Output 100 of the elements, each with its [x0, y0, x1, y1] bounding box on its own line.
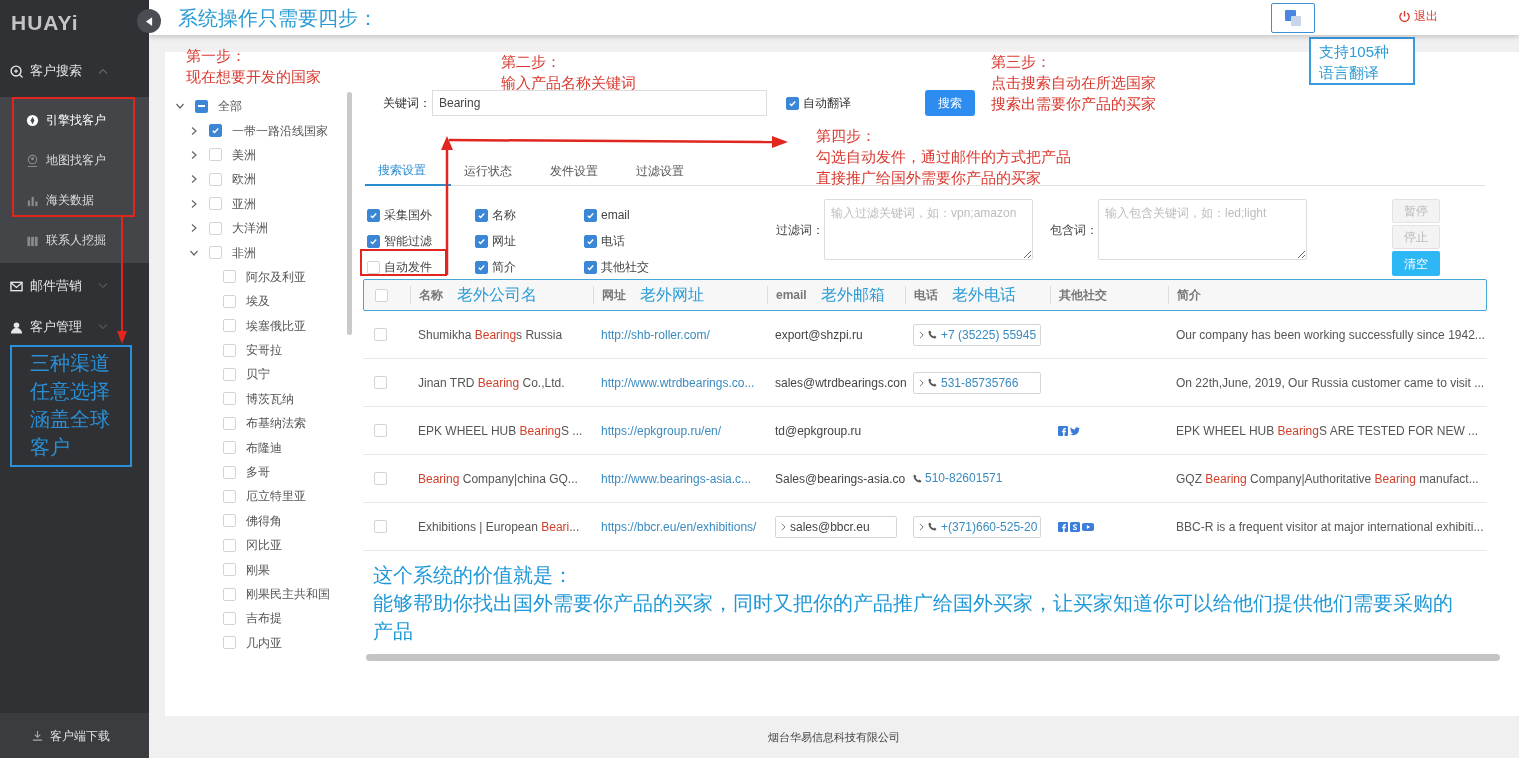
phone-field[interactable]: +(371)660-525-20	[913, 515, 1041, 538]
email-text: Sales@bearings-asia.co	[775, 470, 906, 488]
keyword-textarea[interactable]: 输入包含关键词，如：led;light	[1098, 199, 1307, 260]
expand-toggle[interactable]	[189, 223, 199, 234]
row-checkbox[interactable]	[374, 472, 387, 485]
logout-button[interactable]: 退出	[1398, 7, 1438, 25]
checkbox[interactable]	[367, 234, 380, 248]
check-icon	[788, 98, 797, 108]
horizontal-scrollbar[interactable]	[366, 654, 1500, 661]
summary-text: 这个系统的价值就是：	[373, 563, 574, 588]
keyword-textarea[interactable]: 输入过滤关键词，如：vpn;amazon	[824, 199, 1033, 260]
company-name: Exhibitions | European Beari...	[418, 519, 580, 534]
chevron-right-icon	[919, 522, 924, 531]
tree-item-label[interactable]: 埃及	[246, 292, 270, 311]
checkbox[interactable]	[475, 234, 488, 248]
tree-item-label[interactable]: 阿尔及利亚	[246, 267, 306, 286]
download-icon	[32, 730, 43, 741]
row-checkbox[interactable]	[374, 328, 387, 341]
checkbox[interactable]	[209, 124, 222, 138]
checkbox[interactable]	[584, 208, 597, 222]
submenu-item[interactable]: 联系人挖掘	[0, 220, 112, 260]
row-checkbox[interactable]	[374, 376, 387, 389]
tree-item-label[interactable]: 刚果	[246, 560, 270, 579]
row-checkbox[interactable]	[374, 424, 387, 437]
expand-toggle[interactable]	[189, 149, 199, 160]
website-link[interactable]: http://www.bearings-asia.c...	[601, 471, 752, 486]
tree-item-label[interactable]: 全部	[218, 97, 242, 116]
tree-item-label[interactable]: 布基纳法索	[246, 414, 306, 433]
tab[interactable]: 过滤设置	[623, 156, 709, 186]
check-icon	[477, 262, 486, 272]
website-link[interactable]: http://www.wtrdbearings.co...	[601, 375, 755, 390]
phone-field[interactable]: 531-85735766	[913, 371, 1041, 394]
checkbox-label: 智能过滤	[384, 233, 432, 250]
expand-toggle[interactable]	[189, 198, 199, 209]
tree-item-label[interactable]: 厄立特里亚	[246, 487, 306, 506]
menu-item[interactable]: 客户管理	[0, 308, 112, 346]
tree-item-label[interactable]: 欧洲	[232, 170, 256, 189]
tree-item-label[interactable]: 埃塞俄比亚	[246, 316, 306, 335]
column-header: 其他社交	[1059, 287, 1107, 304]
submenu-item[interactable]: 引擎找客户	[0, 100, 112, 140]
website-link[interactable]: https://bbcr.eu/en/exhibitions/	[601, 519, 757, 534]
skype-icon[interactable]	[1070, 521, 1080, 532]
facebook-icon[interactable]	[1058, 425, 1068, 436]
menu-item[interactable]: 邮件营销	[0, 266, 112, 306]
tree-item-label[interactable]: 博茨瓦纳	[246, 389, 294, 408]
tree-item-label[interactable]: 大洋洲	[232, 219, 268, 238]
tree-item-label[interactable]: 几内亚	[246, 633, 282, 652]
tree-item-label[interactable]: 吉布提	[246, 609, 282, 628]
checkbox[interactable]	[475, 260, 488, 274]
row-checkbox[interactable]	[374, 520, 387, 533]
tab[interactable]: 发件设置	[537, 156, 623, 186]
scrollbar[interactable]	[347, 92, 352, 335]
website-link[interactable]: http://shb-roller.com/	[601, 327, 710, 342]
expand-toggle[interactable]	[189, 174, 199, 185]
expand-toggle[interactable]	[189, 125, 199, 136]
tree-item-label[interactable]: 亚洲	[232, 194, 256, 213]
tree-item-label[interactable]: 刚果民主共和国	[246, 585, 330, 603]
tree-item-label[interactable]: 贝宁	[246, 365, 270, 384]
tree-item-label[interactable]: 一带一路沿线国家	[232, 121, 328, 140]
check-icon	[211, 126, 220, 136]
tree-item-label[interactable]: 冈比亚	[246, 536, 282, 555]
select-all-checkbox[interactable]	[375, 288, 388, 302]
submenu-item[interactable]: 海关数据	[0, 180, 112, 220]
checkbox[interactable]	[475, 208, 488, 222]
tree-item-label[interactable]: 佛得角	[246, 511, 282, 530]
phone-icon	[928, 330, 937, 339]
company-description: BBC-R is a frequent visitor at major international exhibiti...	[1176, 519, 1484, 534]
submenu-item[interactable]: 地图找客户	[0, 140, 112, 180]
phone-field[interactable]: +7 (35225) 55945	[913, 323, 1041, 346]
checkbox[interactable]	[584, 234, 597, 248]
website-link[interactable]: https://epkgroup.ru/en/	[601, 423, 722, 438]
download-client-button[interactable]: 客户端下载	[0, 713, 149, 758]
tree-item-label[interactable]: 布隆迪	[246, 438, 282, 457]
tree-item-label[interactable]: 安哥拉	[246, 341, 282, 360]
twitter-icon[interactable]	[1070, 425, 1080, 436]
checkbox[interactable]	[367, 208, 380, 222]
checkbox[interactable]	[786, 96, 799, 110]
email-field[interactable]: sales@bbcr.eu	[775, 515, 897, 538]
callout-box: 支持105种 语言翻译	[1309, 37, 1415, 85]
checkbox[interactable]	[195, 99, 208, 113]
translate-button[interactable]	[1271, 3, 1315, 33]
tab[interactable]: 搜索设置	[365, 156, 451, 186]
field-label: 过滤词：	[776, 221, 824, 239]
phone-icon	[928, 522, 937, 531]
tree-item-label[interactable]: 多哥	[246, 463, 270, 482]
checkbox[interactable]	[584, 260, 597, 274]
menu-item[interactable]: 客户搜索	[0, 45, 112, 97]
footer-text: 烟台华易信息科技有限公司	[768, 729, 900, 745]
column-note: 老外网址	[640, 285, 704, 305]
chevron-right-icon	[919, 378, 924, 387]
step-note: 第四步： 勾选自动发件，通过邮件的方式把产品 直接推广给国外需要你产品的买家	[816, 126, 1071, 188]
company-name: Bearing Company|china GQ...	[418, 471, 578, 486]
tree-item-label[interactable]: 美洲	[232, 145, 256, 164]
chevron-right-icon	[919, 330, 924, 339]
collapse-button[interactable]	[137, 9, 161, 33]
facebook-icon[interactable]	[1058, 521, 1068, 532]
tab[interactable]: 运行状态	[451, 156, 537, 186]
tree-item-label[interactable]: 非洲	[232, 243, 256, 262]
video-play-icon[interactable]	[1082, 521, 1094, 532]
keyword-input[interactable]: Bearing	[432, 90, 767, 116]
